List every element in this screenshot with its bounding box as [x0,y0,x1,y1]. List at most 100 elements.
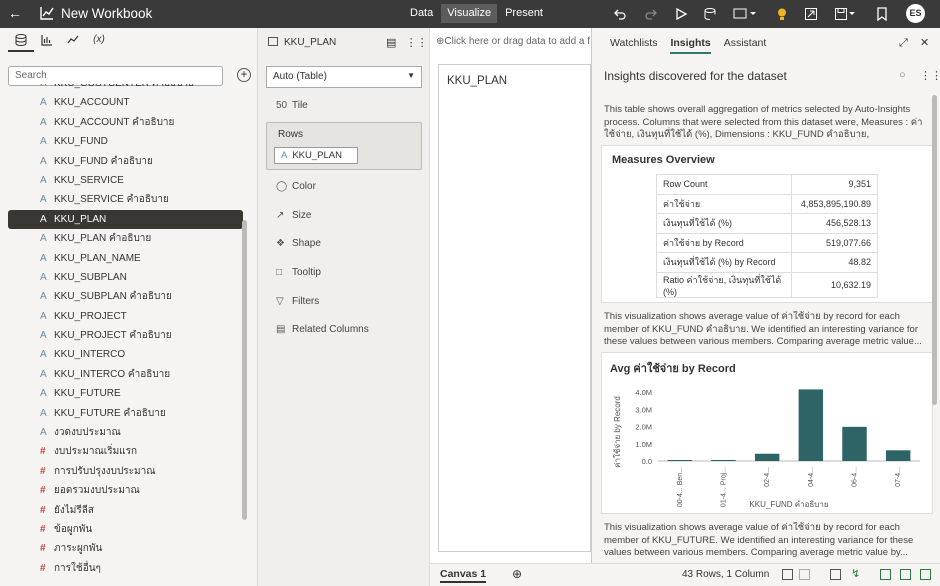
bookmark-icon[interactable] [875,6,889,22]
expand-icon[interactable]: ⤢ [899,37,908,49]
data-element-item[interactable]: A KKU_COSTCENTER คำอธิบาย [8,84,243,93]
add-canvas-icon[interactable]: ⊕ [512,567,522,581]
tab-data[interactable]: Data [404,4,439,23]
data-element-label: KKU_SERVICE คำอธิบาย [54,194,169,206]
lightbulb-icon[interactable] [775,6,789,22]
undo-icon[interactable] [613,6,627,22]
tab-present[interactable]: Present [499,4,549,23]
save-dropdown-icon[interactable] [834,6,856,22]
rows-chip[interactable]: A KKU_PLAN [274,147,358,164]
measure-icon: # [40,485,46,497]
panel-right-icon[interactable] [920,569,931,580]
tooltip-property[interactable]: □ Tooltip [276,267,321,278]
grid-icon[interactable] [799,569,810,580]
data-element-item[interactable]: # ยังไม่รีลีส [8,501,243,520]
related-columns-property[interactable]: ▤ Related Columns [276,324,369,335]
visualization[interactable]: KKU_PLAN [438,64,591,552]
data-element-item[interactable]: A KKU_SERVICE [8,171,243,190]
measure-name: เงินทุนที่ใช้ได้ (%) by Record [656,252,792,273]
panel-left-icon[interactable] [880,569,891,580]
calculations-tab-icon[interactable]: (x) [86,34,112,52]
data-element-item[interactable]: A งวดงบประมาณ [8,423,243,442]
data-element-item[interactable]: A KKU_SUBPLAN [8,268,243,287]
redo-icon[interactable] [644,6,658,22]
settings-sliders-icon[interactable]: ⋮⋮ [406,37,428,49]
data-element-label: KKU_PROJECT คำอธิบาย [54,330,172,342]
data-tab-icon[interactable] [8,34,34,52]
top-bar: ← New Workbook Data Visualize Present ES [0,0,940,28]
insights-panel: Watchlists Insights Assistant ⤢ ✕ Insigh… [591,28,940,563]
data-element-item[interactable]: A KKU_PLAN [8,209,243,230]
insight-text-2: This visualization shows average value o… [604,311,922,347]
tab-assistant[interactable]: Assistant [724,37,767,54]
tab-watchlists[interactable]: Watchlists [610,37,657,54]
data-element-label: ยังไม่รีลีส [54,504,94,516]
data-element-item[interactable]: A KKU_INTERCO คำอธิบาย [8,365,243,384]
filters-label: Filters [292,296,320,307]
data-element-item[interactable]: A KKU_FUTURE [8,384,243,403]
size-property[interactable]: ↗ Size [276,210,311,221]
back-arrow-icon[interactable]: ← [8,5,22,21]
data-element-item[interactable]: A KKU_INTERCO [8,345,243,364]
table-row: Ratio ค่าใช้จ่าย, เงินทุนที่ใช้ได้ (%) 10… [656,271,878,298]
data-element-list: A KKU_COSTCENTER คำอธิบาย A KKU_ACCOUNT A KKU… [8,84,243,584]
table-row: Row Count 9,351 [656,174,878,195]
workbook-title[interactable]: New Workbook [61,6,152,21]
insights-scrollbar[interactable] [932,95,937,405]
measures-overview-card[interactable]: Measures Overview Row Count 9,351 ค่าใช้จ่… [601,145,933,303]
analytics-tab-icon[interactable] [60,34,86,52]
data-element-label: การใช้อื่นๆ [54,562,101,574]
filter-bar[interactable]: ⊕Click here or drag data to add a filt [436,36,590,47]
data-element-item[interactable]: # การปรับปรุงงบประมาณ [8,462,243,481]
viz-type-select[interactable]: Auto (Table) ▼ [266,66,422,88]
tile-property[interactable]: 50 Tile [276,100,308,111]
data-refresh-icon[interactable] [703,6,717,22]
data-element-item[interactable]: A KKU_FUND [8,132,243,151]
avg-chart-card[interactable]: Avg ค่าใช้จ่าย by Record 0.0 1.0M 2.0M 3.0M… [601,352,933,514]
add-data-icon[interactable]: + [237,68,251,82]
lightning-icon[interactable]: ↯ [851,569,862,580]
tab-visualize[interactable]: Visualize [441,4,498,23]
data-element-item[interactable]: A KKU_PROJECT [8,307,243,326]
play-icon[interactable] [674,6,688,22]
data-element-item[interactable]: A KKU_ACCOUNT [8,93,243,112]
shape-property[interactable]: ❖ Shape [276,238,321,249]
data-element-item[interactable]: A KKU_FUTURE คำอธิบาย [8,404,243,423]
visualizations-tab-icon[interactable] [34,34,60,52]
panel-center-icon[interactable] [900,569,911,580]
related-columns-icon: ▤ [276,324,286,335]
comment-dropdown-icon[interactable] [733,6,757,22]
data-element-label: ข้อผูกพัน [54,523,93,535]
measure-value: 456,528.13 [791,213,878,234]
data-element-label: KKU_PLAN_NAME [54,252,141,264]
rows-dropzone[interactable]: Rows A KKU_PLAN [266,122,422,170]
data-element-item[interactable]: A KKU_SERVICE คำอธิบาย [8,190,243,209]
filters-property[interactable]: ▽ Filters [276,296,319,307]
tab-insights[interactable]: Insights [670,37,711,54]
properties-icon[interactable]: ▤ [386,37,396,49]
data-element-item[interactable]: # ภาระผูกพัน [8,539,243,558]
settings-sliders-icon[interactable]: ⋮⋮ [920,69,940,82]
search-input[interactable]: Search [8,66,223,86]
color-property[interactable]: ◯ Color [276,181,316,192]
data-element-item[interactable]: A KKU_ACCOUNT คำอธิบาย [8,113,243,132]
left-scrollbar[interactable] [242,220,247,520]
avatar[interactable]: ES [906,4,925,23]
export-icon[interactable] [804,6,818,22]
data-element-item[interactable]: # ยอดรวมงบประมาณ [8,481,243,500]
data-element-item[interactable]: A KKU_PROJECT คำอธิบาย [8,326,243,345]
data-element-item[interactable]: A KKU_FUND คำอธิบาย [8,152,243,171]
data-element-item[interactable]: A KKU_SUBPLAN คำอธิบาย [8,287,243,306]
canvas-tab[interactable]: Canvas 1 [440,568,487,583]
data-element-item[interactable]: # การใช้อื่นๆ [8,559,243,578]
data-element-label: KKU_SUBPLAN คำอธิบาย [54,291,172,303]
close-icon[interactable]: ✕ [920,37,929,49]
data-element-item[interactable]: # งบประมาณเริ่มแรก [8,442,243,461]
layout-icon[interactable] [782,569,793,580]
shield-icon[interactable] [830,569,841,580]
data-element-item[interactable]: # ข้อผูกพัน [8,520,243,539]
data-element-item[interactable]: A KKU_PLAN คำอธิบาย [8,229,243,248]
measure-icon: # [40,504,46,516]
data-element-item[interactable]: A KKU_PLAN_NAME [8,249,243,268]
attribute-icon: A [40,194,47,206]
